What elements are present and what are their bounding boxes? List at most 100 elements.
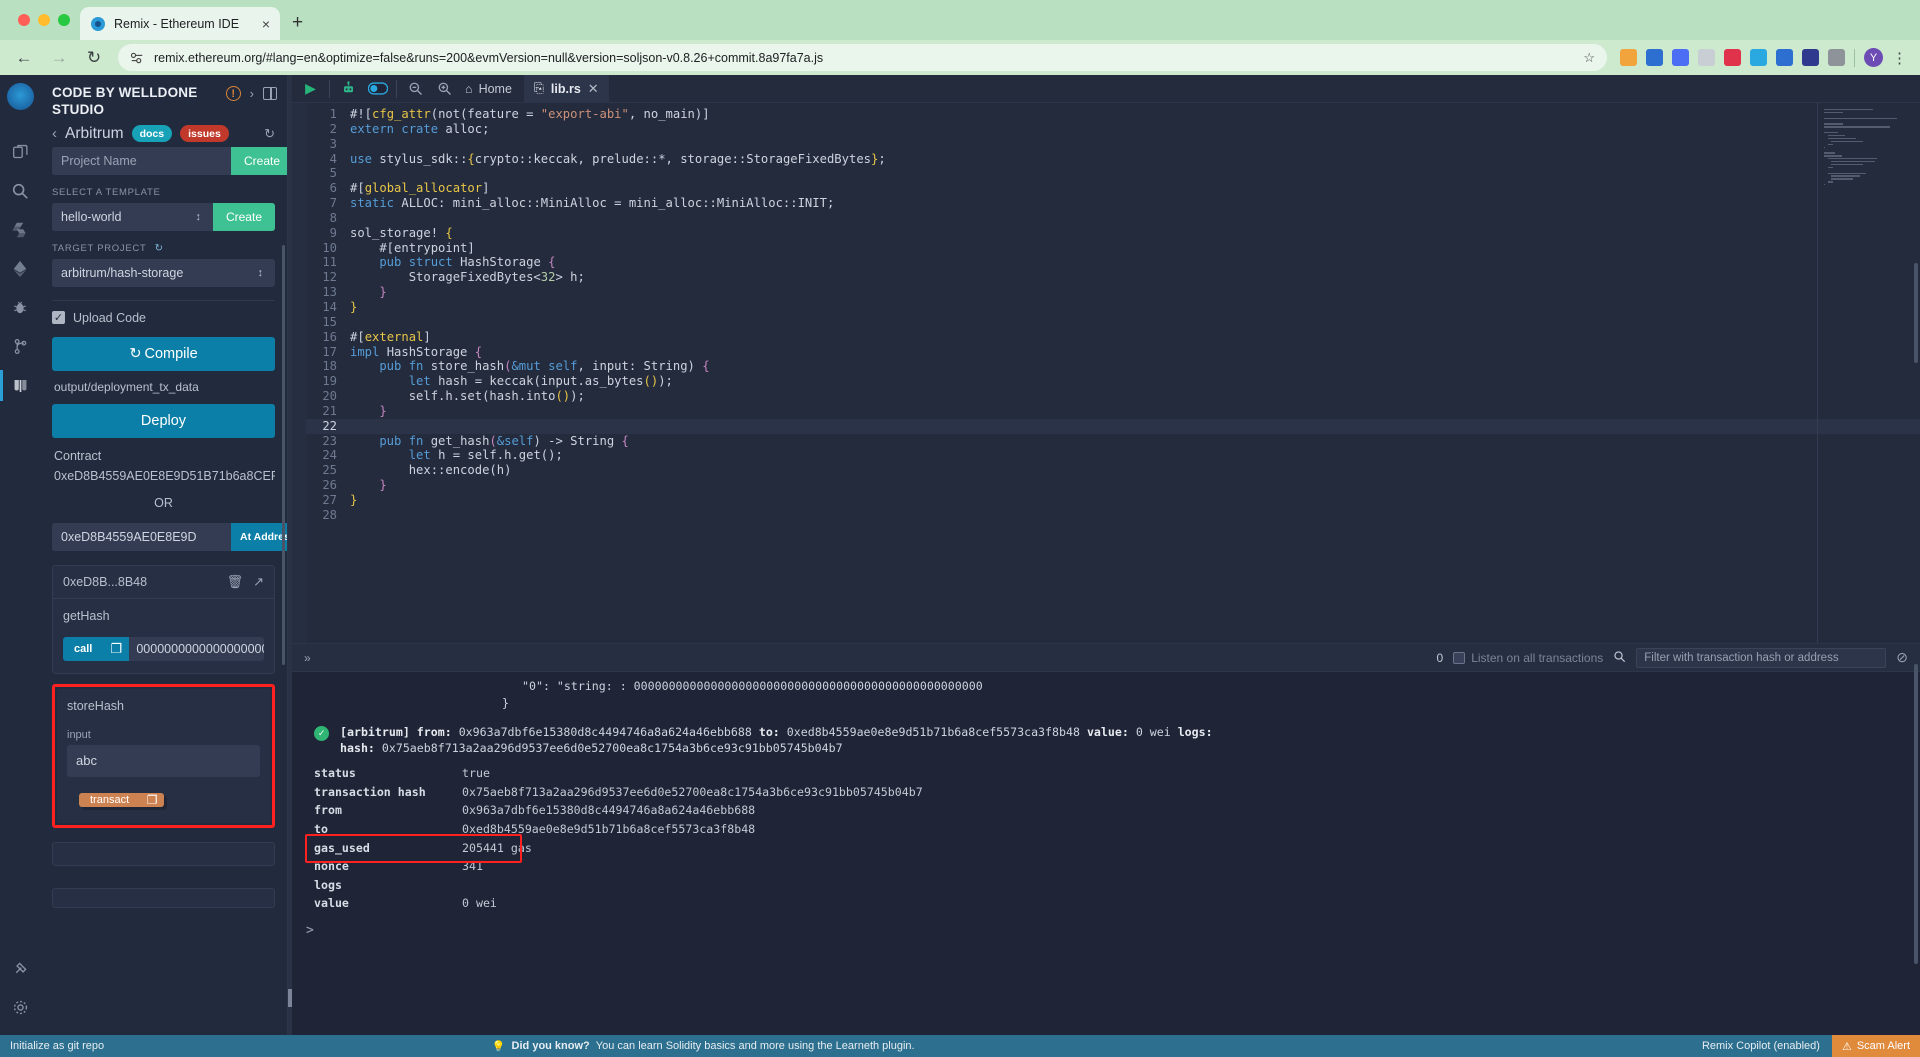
code-line[interactable]: 14} [306, 300, 1920, 315]
terminal-scrollbar[interactable] [1914, 664, 1918, 964]
sidebar-item-settings[interactable] [0, 988, 40, 1027]
code-line[interactable]: 25 hex::encode(h) [306, 463, 1920, 478]
sidebar-item-git[interactable] [0, 327, 40, 366]
close-window-button[interactable] [18, 14, 30, 26]
terminal-body[interactable]: "0": "string: : 000000000000000000000000… [292, 672, 1920, 1035]
back-chevron-icon[interactable]: ‹ [52, 125, 57, 142]
editor-minimap[interactable] [1824, 109, 1910, 186]
code-line[interactable]: 8 [306, 211, 1920, 226]
code-line[interactable]: 20 self.h.set(hash.into()); [306, 389, 1920, 404]
warning-icon[interactable]: ! [225, 86, 241, 101]
git-init-button[interactable]: Initialize as git repo [10, 1040, 104, 1052]
target-project-select[interactable] [52, 258, 275, 287]
search-icon[interactable] [1613, 650, 1626, 666]
home-tab[interactable]: ⌂ Home [459, 82, 524, 96]
code-line[interactable]: 12 StorageFixedBytes<32> h; [306, 270, 1920, 285]
extension-icon-6[interactable] [1750, 49, 1767, 66]
window-controls[interactable] [14, 0, 80, 40]
close-icon[interactable]: ✕ [588, 81, 599, 97]
code-line[interactable]: 13 } [306, 285, 1920, 300]
call-button[interactable]: call [63, 636, 104, 661]
extension-icon-9[interactable] [1828, 49, 1845, 66]
code-line[interactable]: 28 [306, 508, 1920, 523]
close-icon[interactable]: × [262, 17, 270, 31]
editor-tab-lib-rs[interactable]: ⎘ lib.rs ✕ [523, 74, 609, 103]
code-line[interactable]: 16 #[external] [306, 330, 1920, 345]
sidebar-item-search[interactable] [0, 171, 40, 210]
run-icon[interactable]: ▶ [296, 75, 325, 103]
terminal-filter-input[interactable] [1636, 647, 1887, 668]
docs-button[interactable]: docs [131, 125, 173, 143]
address-bar[interactable]: remix.ethereum.org/#lang=en&optimize=fal… [118, 44, 1607, 71]
transaction-summary-row[interactable]: ✓ [arbitrum] from: 0x963a7dbf6e15380d8c4… [292, 712, 1920, 756]
target-refresh-icon[interactable]: ↻ [155, 243, 164, 254]
extension-icon-3[interactable] [1672, 49, 1689, 66]
code-line[interactable]: 24 let h = self.h.get(); [306, 448, 1920, 463]
sidebar-item-file-explorer[interactable] [0, 132, 40, 171]
code-line[interactable]: 3 [306, 137, 1920, 152]
code-editor[interactable]: 1 #![cfg_attr(not(feature = "export-abi",… [292, 103, 1920, 643]
create-project-button[interactable]: Create [231, 146, 287, 175]
remix-logo-icon[interactable] [6, 83, 34, 110]
chevron-down-icon[interactable]: » [300, 651, 315, 665]
listen-transactions-toggle[interactable]: Listen on all transactions [1453, 651, 1603, 665]
extension-icon-5[interactable] [1724, 49, 1741, 66]
extension-icon-1[interactable] [1620, 49, 1637, 66]
chevron-right-icon[interactable]: › [250, 86, 254, 101]
zoom-in-icon[interactable] [430, 75, 459, 103]
browser-tab[interactable]: Remix - Ethereum IDE × [80, 7, 280, 40]
sidebar-item-welldone-studio[interactable] [0, 366, 40, 405]
code-line[interactable]: 9 sol_storage! { [306, 226, 1920, 241]
editor-scrollbar[interactable] [1914, 263, 1918, 363]
copy-icon[interactable]: ❐ [103, 636, 130, 661]
template-select[interactable] [52, 202, 213, 231]
code-line[interactable]: 5 [306, 166, 1920, 181]
store-hash-input[interactable] [67, 744, 260, 777]
code-line[interactable]: 22 [306, 418, 1920, 434]
create-template-button[interactable]: Create [212, 202, 275, 231]
profile-avatar[interactable]: Y [1864, 48, 1883, 67]
issues-button[interactable]: issues [180, 125, 229, 143]
panel-layout-icon[interactable] [263, 87, 277, 100]
code-content[interactable]: 1 #![cfg_attr(not(feature = "export-abi",… [306, 103, 1920, 643]
extension-icon-8[interactable] [1802, 49, 1819, 66]
at-address-input[interactable] [52, 522, 231, 551]
panel-scrollbar[interactable] [282, 245, 285, 665]
zoom-out-icon[interactable] [401, 75, 430, 103]
browser-menu-icon[interactable]: ⋮ [1892, 49, 1907, 67]
upload-code-checkbox[interactable] [52, 311, 65, 325]
extension-icon-2[interactable] [1646, 49, 1663, 66]
code-line[interactable]: 18 pub fn store_hash(&mut self, input: S… [306, 359, 1920, 374]
refresh-icon[interactable]: ↻ [264, 126, 275, 142]
terminal-prompt[interactable]: > [292, 913, 1920, 938]
forward-icon[interactable]: → [48, 48, 70, 68]
compile-button[interactable]: ↻ Compile [52, 336, 275, 371]
toggle-icon[interactable] [363, 75, 392, 103]
external-link-icon[interactable]: ↗ [253, 574, 264, 590]
new-tab-button[interactable]: + [280, 12, 315, 40]
maximize-window-button[interactable] [58, 14, 70, 26]
code-line[interactable]: 15 [306, 315, 1920, 330]
minimize-window-button[interactable] [38, 14, 50, 26]
code-line[interactable]: 7 static ALLOC: mini_alloc::MiniAlloc = m… [306, 196, 1920, 211]
sidebar-item-deploy-run[interactable] [0, 249, 40, 288]
trash-icon[interactable]: 🗑 [227, 574, 244, 590]
robot-icon[interactable] [334, 75, 363, 103]
code-line[interactable]: 1 #![cfg_attr(not(feature = "export-abi",… [306, 107, 1920, 122]
code-line[interactable]: 6 #[global_allocator] [306, 181, 1920, 196]
sidebar-item-plugin-manager[interactable] [0, 949, 40, 988]
extension-icon-7[interactable] [1776, 49, 1793, 66]
collapsed-card-1[interactable] [52, 841, 275, 866]
bookmark-star-icon[interactable]: ☆ [1583, 50, 1595, 66]
listen-checkbox[interactable] [1453, 651, 1466, 664]
extension-icon-4[interactable] [1698, 49, 1715, 66]
at-address-button[interactable]: At Address [231, 522, 287, 551]
copilot-status[interactable]: Remix Copilot (enabled) [1690, 1040, 1832, 1052]
reload-icon[interactable]: ↻ [83, 48, 105, 68]
code-line[interactable]: 11 pub struct HashStorage { [306, 255, 1920, 270]
back-icon[interactable]: ← [13, 48, 35, 68]
code-line[interactable]: 26 } [306, 478, 1920, 493]
collapsed-card-2[interactable] [52, 887, 275, 908]
transact-button[interactable]: transact [79, 792, 141, 807]
code-line[interactable]: 17 impl HashStorage { [306, 345, 1920, 360]
